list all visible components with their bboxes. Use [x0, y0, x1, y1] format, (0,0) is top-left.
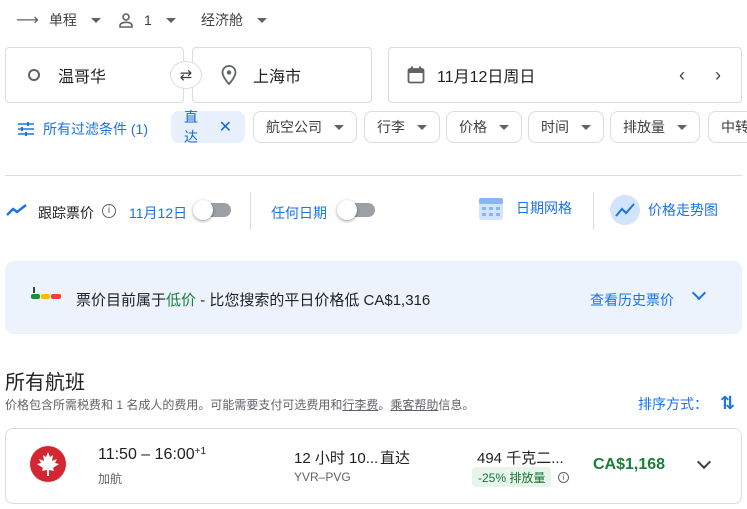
chevron-down-icon — [165, 17, 176, 23]
results-note-text: 价格包含所需税费和 1 名成人的费用。可能需要支付可选费用和 — [5, 398, 343, 412]
passengers-select[interactable]: 1 — [118, 8, 176, 32]
flight-times: 11:50 – 16:00 +1 — [98, 446, 206, 464]
chevron-down-icon — [257, 17, 267, 23]
emissions-info-icon[interactable]: i — [558, 472, 569, 483]
any-dates-toggle[interactable] — [337, 200, 375, 220]
location-pin-icon — [221, 65, 237, 85]
date-grid-button[interactable]: 日期网格 — [478, 195, 572, 221]
times-filter[interactable]: 时间 — [528, 111, 604, 143]
connecting-airports-label: 中转 — [721, 119, 747, 135]
destination-field[interactable]: 上海市 — [192, 47, 372, 103]
bags-label: 行李 — [377, 119, 405, 135]
info-icon[interactable]: i — [102, 204, 116, 218]
all-filters-label: 所有过滤条件 (1) — [43, 121, 148, 137]
all-filters-button[interactable]: 所有过滤条件 (1) — [18, 119, 148, 139]
connecting-airports-filter[interactable]: 中转 — [708, 111, 747, 143]
chevron-down-icon — [334, 124, 344, 130]
close-icon[interactable]: ✕ — [219, 117, 232, 137]
track-prices-label: 跟踪票价 — [38, 205, 94, 221]
trending-line-icon — [6, 204, 27, 216]
price-graph-button[interactable]: 价格走势图 — [610, 195, 718, 225]
airlines-label: 航空公司 — [266, 119, 322, 135]
price-insight-suffix: - 比您搜索的平日价格低 CA$1,316 — [196, 292, 431, 309]
track-date-toggle[interactable] — [193, 200, 231, 220]
day-offset: +1 — [194, 446, 207, 457]
chevron-down-icon — [90, 17, 101, 23]
bag-fees-link[interactable]: 行李费 — [342, 398, 378, 412]
nonstop-label: 直达 — [184, 109, 198, 145]
results-note: 价格包含所需税费和 1 名成人的费用。可能需要支付可选费用和行李费。乘客帮助信息… — [5, 396, 474, 413]
times-label: 时间 — [541, 119, 569, 135]
price-graph-label: 价格走势图 — [648, 202, 718, 218]
cabin-class-select[interactable]: 经济舱 — [201, 8, 267, 32]
passenger-assistance-link[interactable]: 乘客帮助 — [390, 398, 438, 412]
divider — [593, 192, 594, 230]
price-level-label: 低价 — [166, 292, 197, 309]
maple-leaf-logo-icon — [30, 446, 66, 482]
emissions-badge: -25% 排放量 — [472, 467, 552, 487]
calendar-icon — [407, 66, 425, 84]
arrow-right-icon: ⟶ — [16, 12, 39, 29]
flight-price: CA$1,168 — [593, 456, 666, 473]
passengers-count: 1 — [144, 12, 152, 28]
results-note-text: 。 — [378, 398, 391, 412]
price-graph-icon — [610, 195, 640, 225]
filter-sliders-icon — [18, 122, 34, 136]
cabin-class-label: 经济舱 — [201, 12, 243, 28]
flight-duration: 12 小时 10... — [294, 450, 379, 467]
divider — [5, 175, 742, 176]
price-label: 价格 — [459, 119, 487, 135]
emissions-filter[interactable]: 排放量 — [610, 111, 700, 143]
date-grid-label: 日期网格 — [516, 200, 572, 216]
chevron-down-icon — [417, 124, 427, 130]
track-date-label: 11月12日 — [129, 205, 188, 221]
any-dates-label: 任何日期 — [271, 205, 327, 221]
flight-route: YVR–PVG — [294, 470, 351, 484]
price-insight-prefix: 票价目前属于 — [76, 292, 167, 309]
chevron-down-icon — [581, 124, 591, 130]
origin-field[interactable]: 温哥华 — [5, 47, 184, 103]
expand-flight-chevron-icon[interactable] — [696, 454, 712, 470]
trip-type-select[interactable]: ⟶ 单程 — [16, 8, 101, 32]
origin-value: 温哥华 — [58, 69, 107, 86]
emissions-label: 排放量 — [623, 119, 665, 135]
nonstop-chip[interactable]: 直达 ✕ — [171, 109, 245, 145]
person-icon — [119, 13, 133, 28]
results-heading: 所有航班 — [5, 372, 85, 394]
flight-card[interactable]: 11:50 – 16:00 +1 加航 12 小时 10... 直达 YVR–P… — [5, 428, 742, 504]
sort-button[interactable]: 排序方式： ⇅ — [638, 393, 735, 414]
airlines-filter[interactable]: 航空公司 — [253, 111, 357, 143]
trip-type-label: 单程 — [48, 12, 77, 28]
date-grid-icon — [479, 198, 503, 220]
flight-emissions: 494 千克二... — [477, 450, 564, 467]
destination-value: 上海市 — [253, 69, 302, 86]
divider — [250, 192, 251, 230]
swap-button[interactable]: ⇄ — [170, 61, 202, 89]
sort-label: 排序方式： — [638, 395, 708, 412]
view-price-history-link[interactable]: 查看历史票价 — [590, 290, 674, 310]
swap-icon: ⇄ — [179, 67, 193, 84]
date-field[interactable]: 11月12日周日 ‹ › — [388, 47, 742, 103]
previous-date-button[interactable]: ‹ — [679, 65, 685, 86]
flight-stops: 直达 — [380, 450, 411, 467]
price-filter[interactable]: 价格 — [446, 111, 522, 143]
origin-circle-icon — [28, 69, 40, 81]
chevron-down-icon — [499, 124, 509, 130]
results-note-text: 信息。 — [438, 398, 475, 412]
chevron-down-icon — [677, 124, 687, 130]
departure-arrival-times: 11:50 – 16:00 — [98, 446, 195, 463]
bags-filter[interactable]: 行李 — [364, 111, 440, 143]
price-level-indicator-icon — [31, 287, 61, 299]
airline-name: 加航 — [98, 472, 123, 486]
date-value: 11月12日周日 — [437, 69, 536, 86]
next-date-button[interactable]: › — [715, 65, 721, 86]
price-insight-text: 票价目前属于 低价 - 比您搜索的平日价格低 CA$1,316 — [76, 289, 430, 310]
sort-icon: ⇅ — [720, 393, 736, 413]
